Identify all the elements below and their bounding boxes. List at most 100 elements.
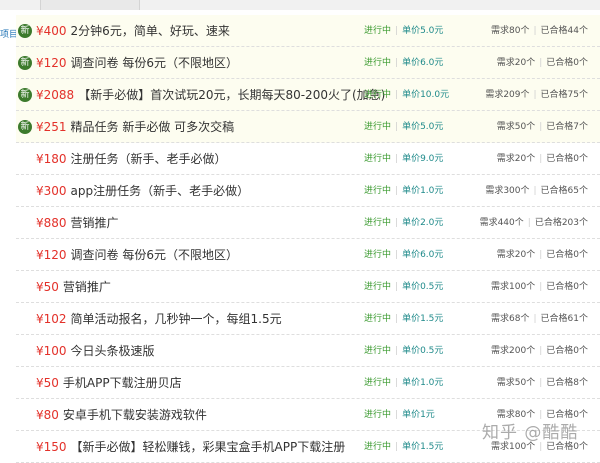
task-title-link[interactable]: ¥400 2分钟6元，简单、好玩、速来 (36, 15, 230, 47)
task-title: 安卓手机下载安装游戏软件 (62, 408, 207, 422)
task-row[interactable]: ¥100 今日头条极速版 进行中 | 单价0.5元 需求200个 | 已合格0个 (16, 335, 600, 367)
task-stats: 需求209个 | 已合格75个 (485, 79, 588, 111)
separator: | (533, 90, 537, 100)
task-price: ¥300 (36, 184, 67, 198)
task-demand: 需求68个 (491, 314, 530, 324)
task-stats: 需求68个 | 已合格61个 (491, 303, 588, 335)
task-row[interactable]: ¥300 app注册任务（新手、老手必做） 进行中 | 单价1.0元 需求300个 | 已合格… (16, 175, 600, 207)
task-price: ¥100 (36, 344, 67, 358)
task-title-link[interactable]: ¥80 安卓手机下载安装游戏软件 (36, 399, 207, 431)
task-title-link[interactable]: ¥50 营销推广 (36, 271, 111, 303)
task-title-link[interactable]: ¥150 【新手必做】轻松赚钱，彩果宝盒手机APP下载注册 (36, 431, 345, 463)
task-row[interactable]: 新 ¥120 调查问卷 每份6元（不限地区） 进行中 | 单价6.0元 需求20个 | 已合格0… (16, 47, 600, 79)
task-demand: 需求50个 (496, 378, 536, 388)
task-meta: 进行中 | 单价5.0元 (364, 15, 443, 47)
separator: | (533, 26, 537, 36)
task-unit-price: 单价1元 (402, 410, 435, 420)
task-title-link[interactable]: ¥120 调查问卷 每份6元（不限地区） (36, 239, 238, 271)
task-title-link[interactable]: ¥120 调查问卷 每份6元（不限地区） (36, 47, 238, 79)
task-passed: 已合格0个 (546, 282, 588, 292)
separator: | (395, 250, 399, 260)
task-title: 今日头条极速版 (70, 344, 155, 358)
separator: | (539, 58, 543, 68)
separator: | (527, 218, 531, 228)
task-stats: 需求80个 | 已合格44个 (491, 15, 588, 47)
task-title-link[interactable]: ¥251 精品任务 新手必做 可多次交稿 (36, 111, 234, 143)
task-title-link[interactable]: ¥50 手机APP下载注册贝店 (36, 367, 182, 399)
task-demand: 需求50个 (496, 122, 536, 132)
task-status: 进行中 (364, 346, 392, 356)
separator: | (395, 410, 399, 420)
task-passed: 已合格7个 (546, 122, 588, 132)
task-stats: 需求50个 | 已合格8个 (497, 367, 588, 399)
task-demand: 需求20个 (496, 250, 536, 260)
task-stats: 需求50个 | 已合格7个 (497, 111, 588, 143)
top-tab[interactable] (40, 0, 140, 10)
separator: | (533, 314, 537, 324)
task-unit-price: 单价6.0元 (402, 58, 444, 68)
task-meta: 进行中 | 单价6.0元 (364, 239, 443, 271)
task-passed: 已合格61个 (540, 314, 588, 324)
task-title-link[interactable]: ¥102 简单活动报名，几秒钟一个，每组1.5元 (36, 303, 282, 335)
task-stats: 需求440个 | 已合格203个 (480, 207, 588, 239)
task-stats: 需求100个 | 已合格0个 (491, 271, 588, 303)
task-row[interactable]: ¥180 注册任务（新手、老手必做） 进行中 | 单价9.0元 需求20个 | 已合格0个 (16, 143, 600, 175)
task-title: 调查问卷 每份6元（不限地区） (70, 56, 238, 70)
separator: | (395, 218, 399, 228)
task-price: ¥120 (36, 56, 67, 70)
task-stats: 需求20个 | 已合格0个 (497, 143, 588, 175)
task-passed: 已合格44个 (540, 26, 588, 36)
task-title: 手机APP下载注册贝店 (62, 376, 182, 390)
separator: | (395, 282, 399, 292)
task-demand: 需求209个 (485, 90, 530, 100)
task-meta: 进行中 | 单价1.5元 (364, 431, 443, 463)
task-demand: 需求100个 (491, 282, 536, 292)
task-price: ¥120 (36, 248, 67, 262)
task-meta: 进行中 | 单价6.0元 (364, 47, 443, 79)
task-stats: 需求200个 | 已合格0个 (491, 335, 588, 367)
task-price: ¥880 (36, 216, 67, 230)
task-passed: 已合格0个 (546, 346, 588, 356)
task-price: ¥50 (36, 376, 59, 390)
task-demand: 需求200个 (491, 346, 536, 356)
task-price: ¥102 (36, 312, 67, 326)
task-price: ¥400 (36, 24, 67, 38)
task-row[interactable]: ¥880 营销推广 进行中 | 单价2.0元 需求440个 | 已合格203个 (16, 207, 600, 239)
separator: | (395, 122, 399, 132)
new-badge-icon: 新 (18, 56, 32, 70)
separator: | (395, 314, 399, 324)
separator: | (539, 250, 543, 260)
task-title: 2分钟6元，简单、好玩、速来 (70, 24, 230, 38)
task-row[interactable]: ¥102 简单活动报名，几秒钟一个，每组1.5元 进行中 | 单价1.5元 需求68个 | 已… (16, 303, 600, 335)
task-title-link[interactable]: ¥180 注册任务（新手、老手必做） (36, 143, 227, 175)
separator: | (539, 378, 543, 388)
task-title-link[interactable]: ¥2088 【新手必做】首次试玩20元，长期每天80-200火了(加急) (36, 79, 385, 111)
task-title: 营销推广 (62, 280, 111, 294)
task-row[interactable]: ¥50 手机APP下载注册贝店 进行中 | 单价1.0元 需求50个 | 已合格8个 (16, 367, 600, 399)
task-demand: 需求300个 (485, 186, 530, 196)
task-price: ¥2088 (36, 88, 75, 102)
task-title: 精品任务 新手必做 可多次交稿 (70, 120, 235, 134)
task-passed: 已合格0个 (546, 442, 588, 452)
task-passed: 已合格0个 (546, 154, 588, 164)
task-status: 进行中 (364, 410, 392, 420)
task-price: ¥50 (36, 280, 59, 294)
task-meta: 进行中 | 单价5.0元 (364, 111, 443, 143)
task-row[interactable]: 新 ¥400 2分钟6元，简单、好玩、速来 进行中 | 单价5.0元 需求80个 | 已合格44… (16, 15, 600, 47)
task-stats: 需求300个 | 已合格65个 (485, 175, 588, 207)
task-title-link[interactable]: ¥100 今日头条极速版 (36, 335, 155, 367)
task-row[interactable]: 新 ¥251 精品任务 新手必做 可多次交稿 进行中 | 单价5.0元 需求50个 | 已合格7… (16, 111, 600, 143)
task-row[interactable]: ¥50 营销推广 进行中 | 单价0.5元 需求100个 | 已合格0个 (16, 271, 600, 303)
task-title: 注册任务（新手、老手必做） (70, 152, 227, 166)
task-row[interactable]: 新 ¥2088 【新手必做】首次试玩20元，长期每天80-200火了(加急) 进行中 |… (16, 79, 600, 111)
task-unit-price: 单价0.5元 (402, 282, 444, 292)
task-status: 进行中 (364, 314, 392, 324)
task-row[interactable]: ¥120 调查问卷 每份6元（不限地区） 进行中 | 单价6.0元 需求20个 | 已合格0个 (16, 239, 600, 271)
task-title-link[interactable]: ¥880 营销推广 (36, 207, 119, 239)
task-unit-price: 单价9.0元 (402, 154, 444, 164)
task-price: ¥80 (36, 408, 59, 422)
task-meta: 进行中 | 单价1元 (364, 399, 435, 431)
task-meta: 进行中 | 单价9.0元 (364, 143, 443, 175)
task-title-link[interactable]: ¥300 app注册任务（新手、老手必做） (36, 175, 249, 207)
new-badge-icon: 新 (18, 88, 32, 102)
